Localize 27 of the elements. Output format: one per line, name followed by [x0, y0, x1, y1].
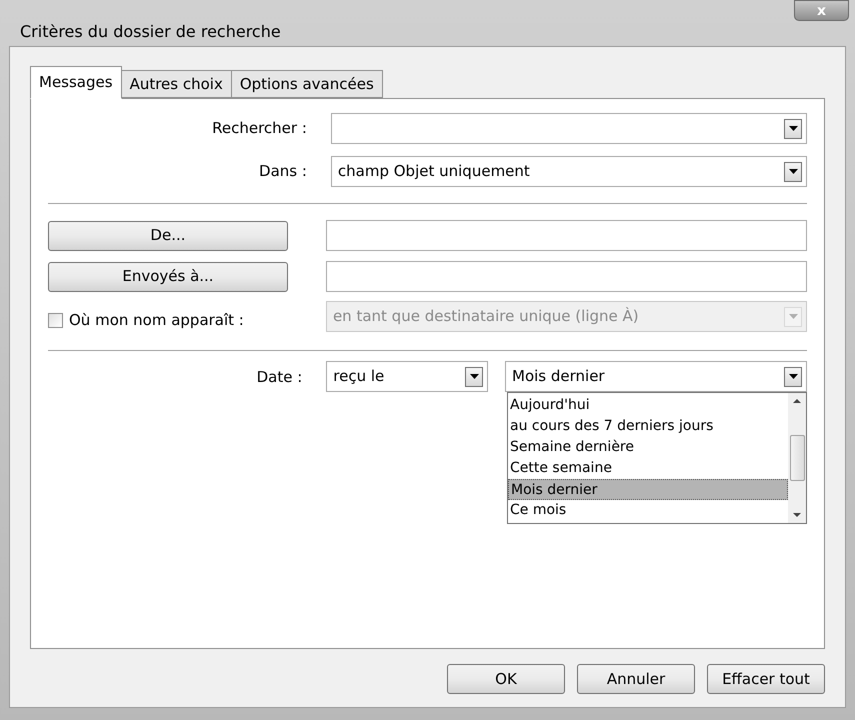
field-label: Dans : [258, 161, 307, 182]
dialog-button[interactable]: OK [447, 664, 565, 694]
field-label: Rechercher : [211, 118, 307, 140]
date-range-combo[interactable]: Mois dernier [505, 361, 807, 392]
list-option[interactable]: Mois dernier [508, 479, 788, 500]
from-button[interactable]: De... [48, 220, 288, 250]
list-option[interactable]: Cette semaine [508, 458, 788, 479]
sent-to-field[interactable] [326, 261, 807, 292]
window-title: Critères du dossier de recherche [20, 21, 281, 43]
sent-to-button[interactable]: Envoyés à... [48, 262, 288, 292]
list-option[interactable]: au cours des 7 derniers jours [508, 416, 788, 437]
tab[interactable]: Options avancées [230, 70, 383, 98]
scrollbar[interactable] [788, 393, 806, 523]
tab[interactable]: Messages [30, 66, 122, 99]
date-type-combo[interactable]: reçu le [326, 361, 488, 392]
field-label: Date : [256, 367, 302, 388]
list-option[interactable]: Aujourd'hui [508, 395, 788, 416]
dialog-button[interactable]: Effacer tout [707, 664, 825, 694]
scroll-down-icon[interactable] [793, 513, 801, 517]
from-field[interactable] [326, 220, 807, 251]
scroll-up-icon[interactable] [793, 399, 801, 403]
checkbox-label: Où mon nom apparaît : [69, 310, 244, 332]
tab[interactable]: Autres choix [120, 70, 232, 98]
list-option[interactable]: Semaine dernière [508, 437, 788, 458]
list-option[interactable]: Ce mois [508, 500, 788, 521]
in-combo[interactable]: champ Objet uniquement [330, 156, 807, 187]
dialog-button[interactable]: Annuler [577, 664, 695, 694]
